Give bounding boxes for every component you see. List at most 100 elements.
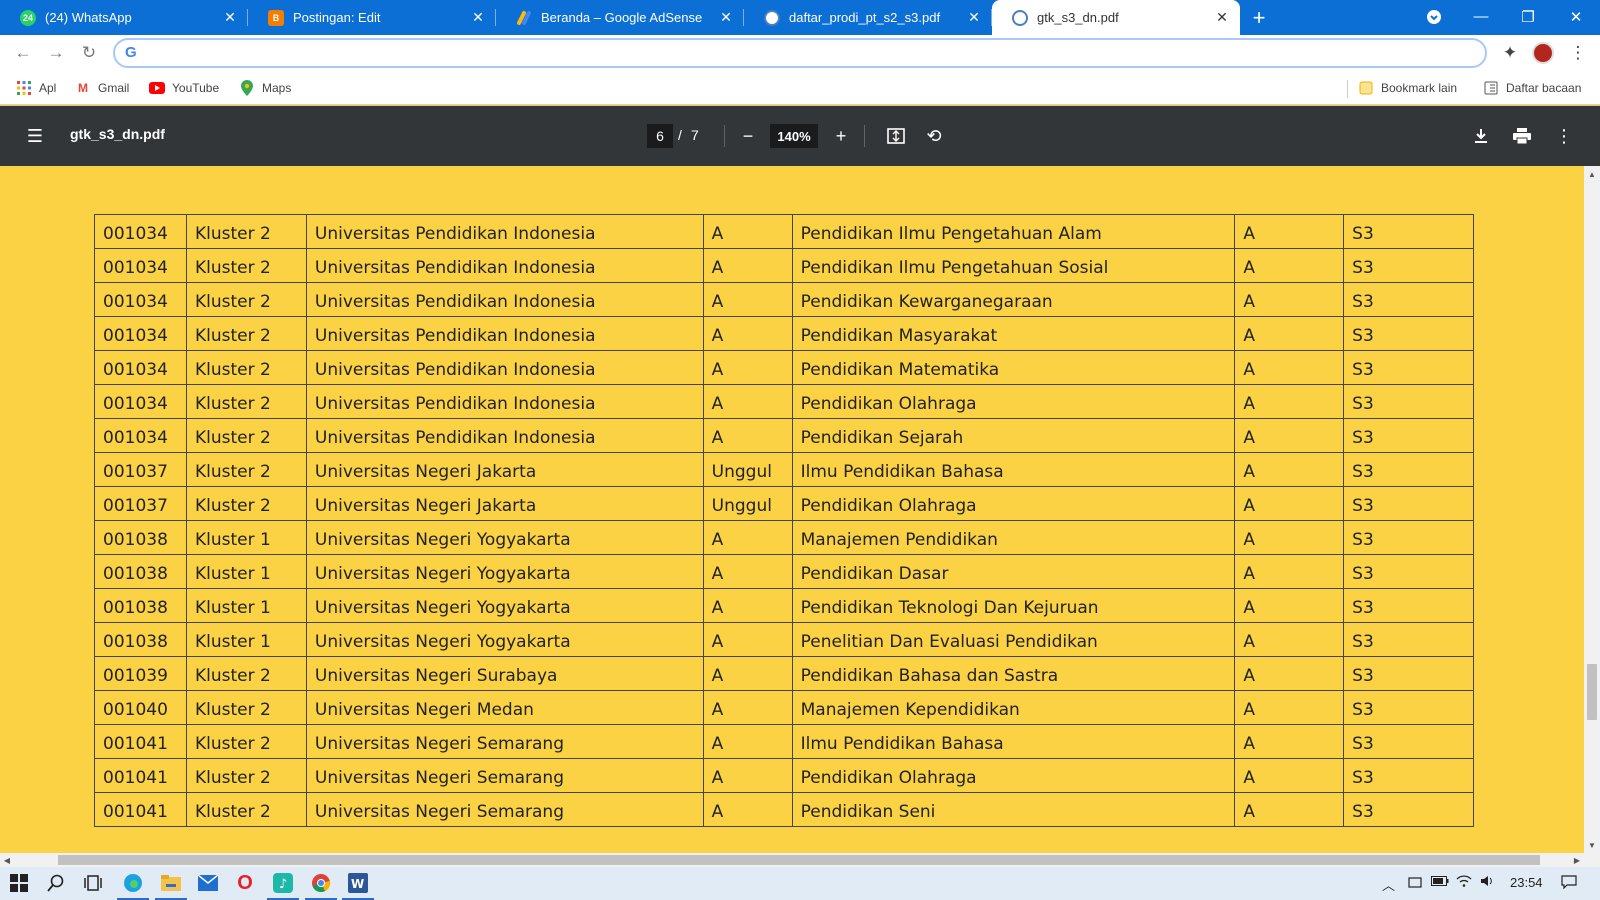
bookmark-divider bbox=[1347, 80, 1348, 98]
print-icon[interactable] bbox=[1510, 124, 1534, 148]
address-bar[interactable]: G bbox=[113, 38, 1487, 68]
cell-nama-pt: Universitas Negeri Surabaya bbox=[305, 656, 704, 691]
meet-now-icon[interactable] bbox=[1408, 875, 1422, 892]
scroll-right-icon[interactable]: ▶ bbox=[1570, 853, 1584, 867]
cell-nama-pt: Universitas Negeri Yogyakarta bbox=[305, 588, 704, 623]
restore-icon[interactable]: ❐ bbox=[1513, 0, 1543, 33]
cell-jenjang: S3 bbox=[1343, 724, 1474, 759]
table-row: 001034 Kluster 2 Universitas Pendidikan In… bbox=[94, 350, 1474, 385]
battery-icon[interactable] bbox=[1431, 875, 1449, 890]
new-tab-button[interactable]: + bbox=[1240, 0, 1278, 35]
zoom-input[interactable] bbox=[770, 124, 818, 148]
tab-adsense[interactable]: Beranda – Google AdSense ✕ bbox=[496, 0, 744, 35]
extensions-icon[interactable]: ✦ bbox=[1498, 41, 1522, 65]
volume-icon[interactable] bbox=[1480, 875, 1496, 890]
close-icon[interactable]: ✕ bbox=[966, 9, 982, 26]
cell-akreditasi-pt: A bbox=[702, 588, 793, 623]
mail-icon[interactable] bbox=[197, 872, 219, 894]
rotate-icon[interactable]: ⟲ bbox=[922, 124, 946, 148]
table-row: 001037 Kluster 2 Universitas Negeri Jakart… bbox=[94, 452, 1474, 487]
cell-akreditasi-pt: A bbox=[702, 520, 793, 555]
notification-icon[interactable] bbox=[1561, 875, 1577, 892]
reading-list[interactable]: Daftar bacaan bbox=[1483, 79, 1581, 97]
cell-kluster: Kluster 2 bbox=[185, 792, 307, 827]
bookmark-gmail[interactable]: M Gmail bbox=[75, 79, 129, 97]
wifi-icon[interactable] bbox=[1456, 875, 1472, 890]
profile-avatar[interactable] bbox=[1532, 42, 1554, 64]
bookmark-other[interactable]: Bookmark lain bbox=[1358, 79, 1457, 97]
tiktok-icon[interactable]: ♪ bbox=[267, 872, 299, 900]
tab-daftar-prodi[interactable]: daftar_prodi_pt_s2_s3.pdf ✕ bbox=[744, 0, 992, 35]
horizontal-scrollbar[interactable]: ◀ ▶ bbox=[0, 853, 1584, 867]
cell-kluster: Kluster 2 bbox=[185, 282, 307, 317]
cell-akreditasi-prodi: A bbox=[1234, 214, 1345, 249]
cell-program-studi: Pendidikan Matematika bbox=[791, 350, 1236, 385]
pdf-toolbar: ☰ gtk_s3_dn.pdf / 7 − + ⟲ ⋮ bbox=[0, 106, 1600, 166]
address-input[interactable] bbox=[147, 43, 1467, 63]
maps-pin-icon bbox=[239, 80, 255, 96]
zoom-out-icon[interactable]: − bbox=[736, 124, 760, 148]
cell-akreditasi-prodi: A bbox=[1234, 622, 1345, 657]
clock[interactable]: 23:54 bbox=[1510, 875, 1543, 890]
cell-kode-pt: 001038 bbox=[94, 622, 187, 657]
cell-kode-pt: 001034 bbox=[94, 418, 187, 453]
word-icon[interactable]: W bbox=[342, 872, 374, 900]
tab-whatsapp[interactable]: 24 (24) WhatsApp ✕ bbox=[0, 0, 248, 35]
opera-icon[interactable]: O bbox=[234, 872, 256, 894]
cell-program-studi: Pendidikan Ilmu Pengetahuan Alam bbox=[791, 214, 1236, 249]
horizontal-scroll-thumb[interactable] bbox=[58, 855, 1540, 865]
back-icon[interactable]: ← bbox=[11, 41, 35, 65]
cell-jenjang: S3 bbox=[1343, 758, 1474, 793]
scroll-left-icon[interactable]: ◀ bbox=[0, 853, 14, 867]
table-row: 001034 Kluster 2 Universitas Pendidikan In… bbox=[94, 316, 1474, 351]
tab-search-icon[interactable] bbox=[1420, 0, 1448, 33]
hamburger-menu-icon[interactable]: ☰ bbox=[23, 124, 47, 148]
close-icon[interactable]: ✕ bbox=[1214, 9, 1230, 26]
cell-akreditasi-prodi: A bbox=[1234, 520, 1345, 555]
window-close-icon[interactable]: ✕ bbox=[1560, 0, 1592, 33]
page-number-input[interactable] bbox=[647, 124, 673, 148]
chevron-up-icon[interactable]: ︿ bbox=[1382, 875, 1395, 894]
cell-program-studi: Manajemen Pendidikan bbox=[791, 520, 1236, 555]
cell-akreditasi-prodi: A bbox=[1234, 486, 1345, 521]
more-options-icon[interactable]: ⋮ bbox=[1552, 124, 1576, 148]
cell-akreditasi-pt: A bbox=[702, 384, 793, 419]
tab-blogger[interactable]: B Postingan: Edit ✕ bbox=[248, 0, 496, 35]
table-row: 001037 Kluster 2 Universitas Negeri Jakart… bbox=[94, 486, 1474, 521]
bookmark-youtube[interactable]: YouTube bbox=[149, 79, 219, 97]
cell-kode-pt: 001037 bbox=[94, 452, 187, 487]
table-row: 001034 Kluster 2 Universitas Pendidikan In… bbox=[94, 214, 1474, 249]
reload-icon[interactable]: ↻ bbox=[77, 41, 101, 65]
search-icon[interactable] bbox=[45, 872, 67, 894]
scroll-up-icon[interactable]: ▲ bbox=[1584, 166, 1600, 182]
close-icon[interactable]: ✕ bbox=[718, 9, 734, 26]
close-icon[interactable]: ✕ bbox=[470, 9, 486, 26]
bookmarks-bar: Apl M Gmail YouTube Maps Bookmark lain D… bbox=[0, 71, 1600, 105]
pdf-document-area[interactable]: 001034 Kluster 2 Universitas Pendidikan In… bbox=[0, 166, 1584, 853]
bookmark-apl[interactable]: Apl bbox=[16, 79, 56, 97]
cell-akreditasi-prodi: A bbox=[1234, 588, 1345, 623]
task-view-icon[interactable] bbox=[82, 872, 104, 894]
vertical-scrollbar[interactable]: ▲ ▼ bbox=[1584, 166, 1600, 853]
edge-icon[interactable] bbox=[117, 872, 149, 900]
windows-start-icon[interactable] bbox=[8, 872, 30, 894]
file-explorer-icon[interactable] bbox=[155, 872, 187, 900]
menu-dots-icon[interactable]: ⋮ bbox=[1566, 41, 1590, 65]
close-icon[interactable]: ✕ bbox=[222, 9, 238, 26]
toolbar-separator bbox=[864, 125, 865, 147]
minimize-icon[interactable]: — bbox=[1466, 0, 1496, 33]
cell-nama-pt: Universitas Negeri Medan bbox=[305, 690, 704, 725]
download-icon[interactable] bbox=[1469, 124, 1493, 148]
cell-kode-pt: 001037 bbox=[94, 486, 187, 521]
forward-icon[interactable]: → bbox=[44, 41, 68, 65]
scroll-down-icon[interactable]: ▼ bbox=[1584, 837, 1600, 853]
vertical-scroll-thumb[interactable] bbox=[1587, 664, 1597, 720]
chrome-icon[interactable] bbox=[305, 872, 337, 900]
scrollbar-corner bbox=[1584, 853, 1600, 867]
cell-program-studi: Pendidikan Olahraga bbox=[791, 758, 1236, 793]
zoom-in-icon[interactable]: + bbox=[829, 124, 853, 148]
fit-to-page-icon[interactable] bbox=[884, 124, 908, 148]
cell-nama-pt: Universitas Pendidikan Indonesia bbox=[305, 248, 704, 283]
bookmark-maps[interactable]: Maps bbox=[239, 79, 291, 97]
tab-gtk-s3-dn[interactable]: gtk_s3_dn.pdf ✕ bbox=[992, 0, 1240, 35]
